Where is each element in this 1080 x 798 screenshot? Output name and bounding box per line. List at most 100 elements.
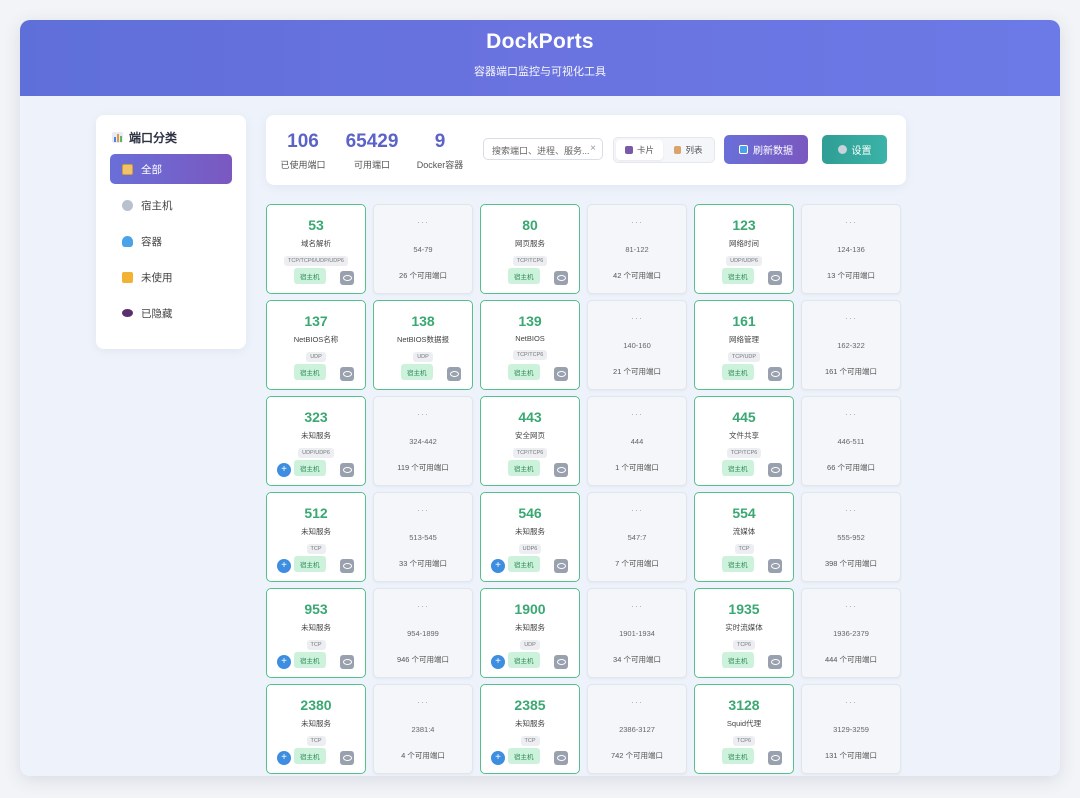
hide-eye-icon[interactable] xyxy=(340,367,354,381)
used-port-card[interactable]: 554 流媒体 TCP 宿主机 xyxy=(694,492,794,582)
used-port-card[interactable]: 2385 未知服务 TCP + 宿主机 xyxy=(480,684,580,774)
hide-eye-icon[interactable] xyxy=(768,751,782,765)
used-port-card[interactable]: 123 网络时间 UDP/UDP6 宿主机 xyxy=(694,204,794,294)
add-icon[interactable]: + xyxy=(277,463,291,477)
free-range-card[interactable]: ··· 54-79 26 个可用端口 xyxy=(373,204,473,294)
used-port-card[interactable]: 953 未知服务 TCP + 宿主机 xyxy=(266,588,366,678)
hide-eye-icon[interactable] xyxy=(768,271,782,285)
hide-eye-icon[interactable] xyxy=(554,463,568,477)
free-range-card[interactable]: ··· 124-136 13 个可用端口 xyxy=(801,204,901,294)
hide-eye-icon[interactable] xyxy=(340,655,354,669)
port-range: 124-136 xyxy=(837,245,865,254)
used-port-card[interactable]: 1935 实时流媒体 TCP6 宿主机 xyxy=(694,588,794,678)
more-icon[interactable]: ··· xyxy=(802,313,900,323)
more-icon[interactable]: ··· xyxy=(588,505,686,515)
search-input[interactable]: 搜索端口、进程、服务... × xyxy=(483,138,603,160)
protocol-badge: TCP xyxy=(734,544,754,554)
used-port-card[interactable]: 512 未知服务 TCP + 宿主机 xyxy=(266,492,366,582)
free-range-card[interactable]: ··· 140-160 21 个可用端口 xyxy=(587,300,687,390)
hide-eye-icon[interactable] xyxy=(340,271,354,285)
free-range-card[interactable]: ··· 513-545 33 个可用端口 xyxy=(373,492,473,582)
hide-eye-icon[interactable] xyxy=(447,367,461,381)
card-view-button[interactable]: 卡片 xyxy=(616,140,663,160)
hide-eye-icon[interactable] xyxy=(554,271,568,285)
add-icon[interactable]: + xyxy=(491,655,505,669)
used-port-card[interactable]: 2380 未知服务 TCP + 宿主机 xyxy=(266,684,366,774)
add-icon[interactable]: + xyxy=(277,559,291,573)
free-range-card[interactable]: ··· 446-511 66 个可用端口 xyxy=(801,396,901,486)
hide-eye-icon[interactable] xyxy=(768,367,782,381)
used-port-card[interactable]: 1900 未知服务 UDP + 宿主机 xyxy=(480,588,580,678)
used-port-card[interactable]: 443 安全网页 TCP/TCP6 宿主机 xyxy=(480,396,580,486)
more-icon[interactable]: ··· xyxy=(374,601,472,611)
hide-eye-icon[interactable] xyxy=(554,367,568,381)
more-icon[interactable]: ··· xyxy=(374,697,472,707)
free-range-card[interactable]: ··· 81-122 42 个可用端口 xyxy=(587,204,687,294)
host-badge: 宿主机 xyxy=(401,364,433,380)
free-range-card[interactable]: ··· 444 1 个可用端口 xyxy=(587,396,687,486)
more-icon[interactable]: ··· xyxy=(588,313,686,323)
hide-eye-icon[interactable] xyxy=(554,655,568,669)
hide-eye-icon[interactable] xyxy=(340,559,354,573)
protocol-badge: TCP/TCP6 xyxy=(512,256,548,266)
app-window: DockPorts 容器端口监控与可视化工具 端口分类 全部 宿主机 容器 未使… xyxy=(20,20,1060,776)
used-port-card[interactable]: 80 网页服务 TCP/TCP6 宿主机 xyxy=(480,204,580,294)
more-icon[interactable]: ··· xyxy=(374,217,472,227)
refresh-button[interactable]: 刷新数据 xyxy=(724,135,808,164)
free-range-card[interactable]: ··· 2381:4 4 个可用端口 xyxy=(373,684,473,774)
used-port-card[interactable]: 139 NetBIOS TCP/TCP6 宿主机 xyxy=(480,300,580,390)
sidebar-item-all[interactable]: 全部 xyxy=(110,154,232,184)
hide-eye-icon[interactable] xyxy=(768,655,782,669)
more-icon[interactable]: ··· xyxy=(374,505,472,515)
more-icon[interactable]: ··· xyxy=(802,505,900,515)
hide-eye-icon[interactable] xyxy=(768,559,782,573)
more-icon[interactable]: ··· xyxy=(802,601,900,611)
sidebar-item-host[interactable]: 宿主机 xyxy=(110,190,232,220)
used-port-card[interactable]: 161 网络管理 TCP/UDP 宿主机 xyxy=(694,300,794,390)
free-range-card[interactable]: ··· 555-952 398 个可用端口 xyxy=(801,492,901,582)
sidebar-item-unused[interactable]: 未使用 xyxy=(110,262,232,292)
free-range-card[interactable]: ··· 324-442 119 个可用端口 xyxy=(373,396,473,486)
more-icon[interactable]: ··· xyxy=(374,409,472,419)
free-range-card[interactable]: ··· 954-1899 946 个可用端口 xyxy=(373,588,473,678)
add-icon[interactable]: + xyxy=(277,655,291,669)
port-number: 3128 xyxy=(728,697,760,713)
list-view-button[interactable]: 列表 xyxy=(665,140,712,160)
hide-eye-icon[interactable] xyxy=(554,559,568,573)
hide-eye-icon[interactable] xyxy=(554,751,568,765)
used-port-card[interactable]: 3128 Squid代理 TCP6 宿主机 xyxy=(694,684,794,774)
add-icon[interactable]: + xyxy=(277,751,291,765)
clear-icon[interactable]: × xyxy=(590,143,596,154)
sidebar-item-container[interactable]: 容器 xyxy=(110,226,232,256)
hide-eye-icon[interactable] xyxy=(340,463,354,477)
add-icon[interactable]: + xyxy=(491,559,505,573)
used-port-card[interactable]: 546 未知服务 UDP6 + 宿主机 xyxy=(480,492,580,582)
more-icon[interactable]: ··· xyxy=(802,217,900,227)
used-port-card[interactable]: 53 域名解析 TCP/TCP6/UDP/UDP6 宿主机 xyxy=(266,204,366,294)
free-range-card[interactable]: ··· 1936-2379 444 个可用端口 xyxy=(801,588,901,678)
used-port-card[interactable]: 445 文件共享 TCP/TCP6 宿主机 xyxy=(694,396,794,486)
host-badge: 宿主机 xyxy=(722,652,754,668)
used-port-card[interactable]: 323 未知服务 UDP/UDP6 + 宿主机 xyxy=(266,396,366,486)
hide-eye-icon[interactable] xyxy=(340,751,354,765)
hide-eye-icon[interactable] xyxy=(768,463,782,477)
used-port-card[interactable]: 138 NetBIOS数据报 UDP 宿主机 xyxy=(373,300,473,390)
free-range-card[interactable]: ··· 1901-1934 34 个可用端口 xyxy=(587,588,687,678)
used-port-card[interactable]: 137 NetBIOS名称 UDP 宿主机 xyxy=(266,300,366,390)
more-icon[interactable]: ··· xyxy=(802,409,900,419)
service-name: 安全网页 xyxy=(515,431,545,440)
free-range-card[interactable]: ··· 547:7 7 个可用端口 xyxy=(587,492,687,582)
more-icon[interactable]: ··· xyxy=(588,409,686,419)
sidebar-item-hidden[interactable]: 已隐藏 xyxy=(110,298,232,328)
add-icon[interactable]: + xyxy=(491,751,505,765)
free-range-card[interactable]: ··· 3129-3259 131 个可用端口 xyxy=(801,684,901,774)
more-icon[interactable]: ··· xyxy=(588,601,686,611)
more-icon[interactable]: ··· xyxy=(588,217,686,227)
free-range-card[interactable]: ··· 162-322 161 个可用端口 xyxy=(801,300,901,390)
more-icon[interactable]: ··· xyxy=(802,697,900,707)
protocol-badge: TCP/TCP6 xyxy=(726,448,762,458)
more-icon[interactable]: ··· xyxy=(588,697,686,707)
settings-button[interactable]: 设置 xyxy=(822,135,887,164)
port-range: 2381:4 xyxy=(411,725,435,734)
free-range-card[interactable]: ··· 2386-3127 742 个可用端口 xyxy=(587,684,687,774)
